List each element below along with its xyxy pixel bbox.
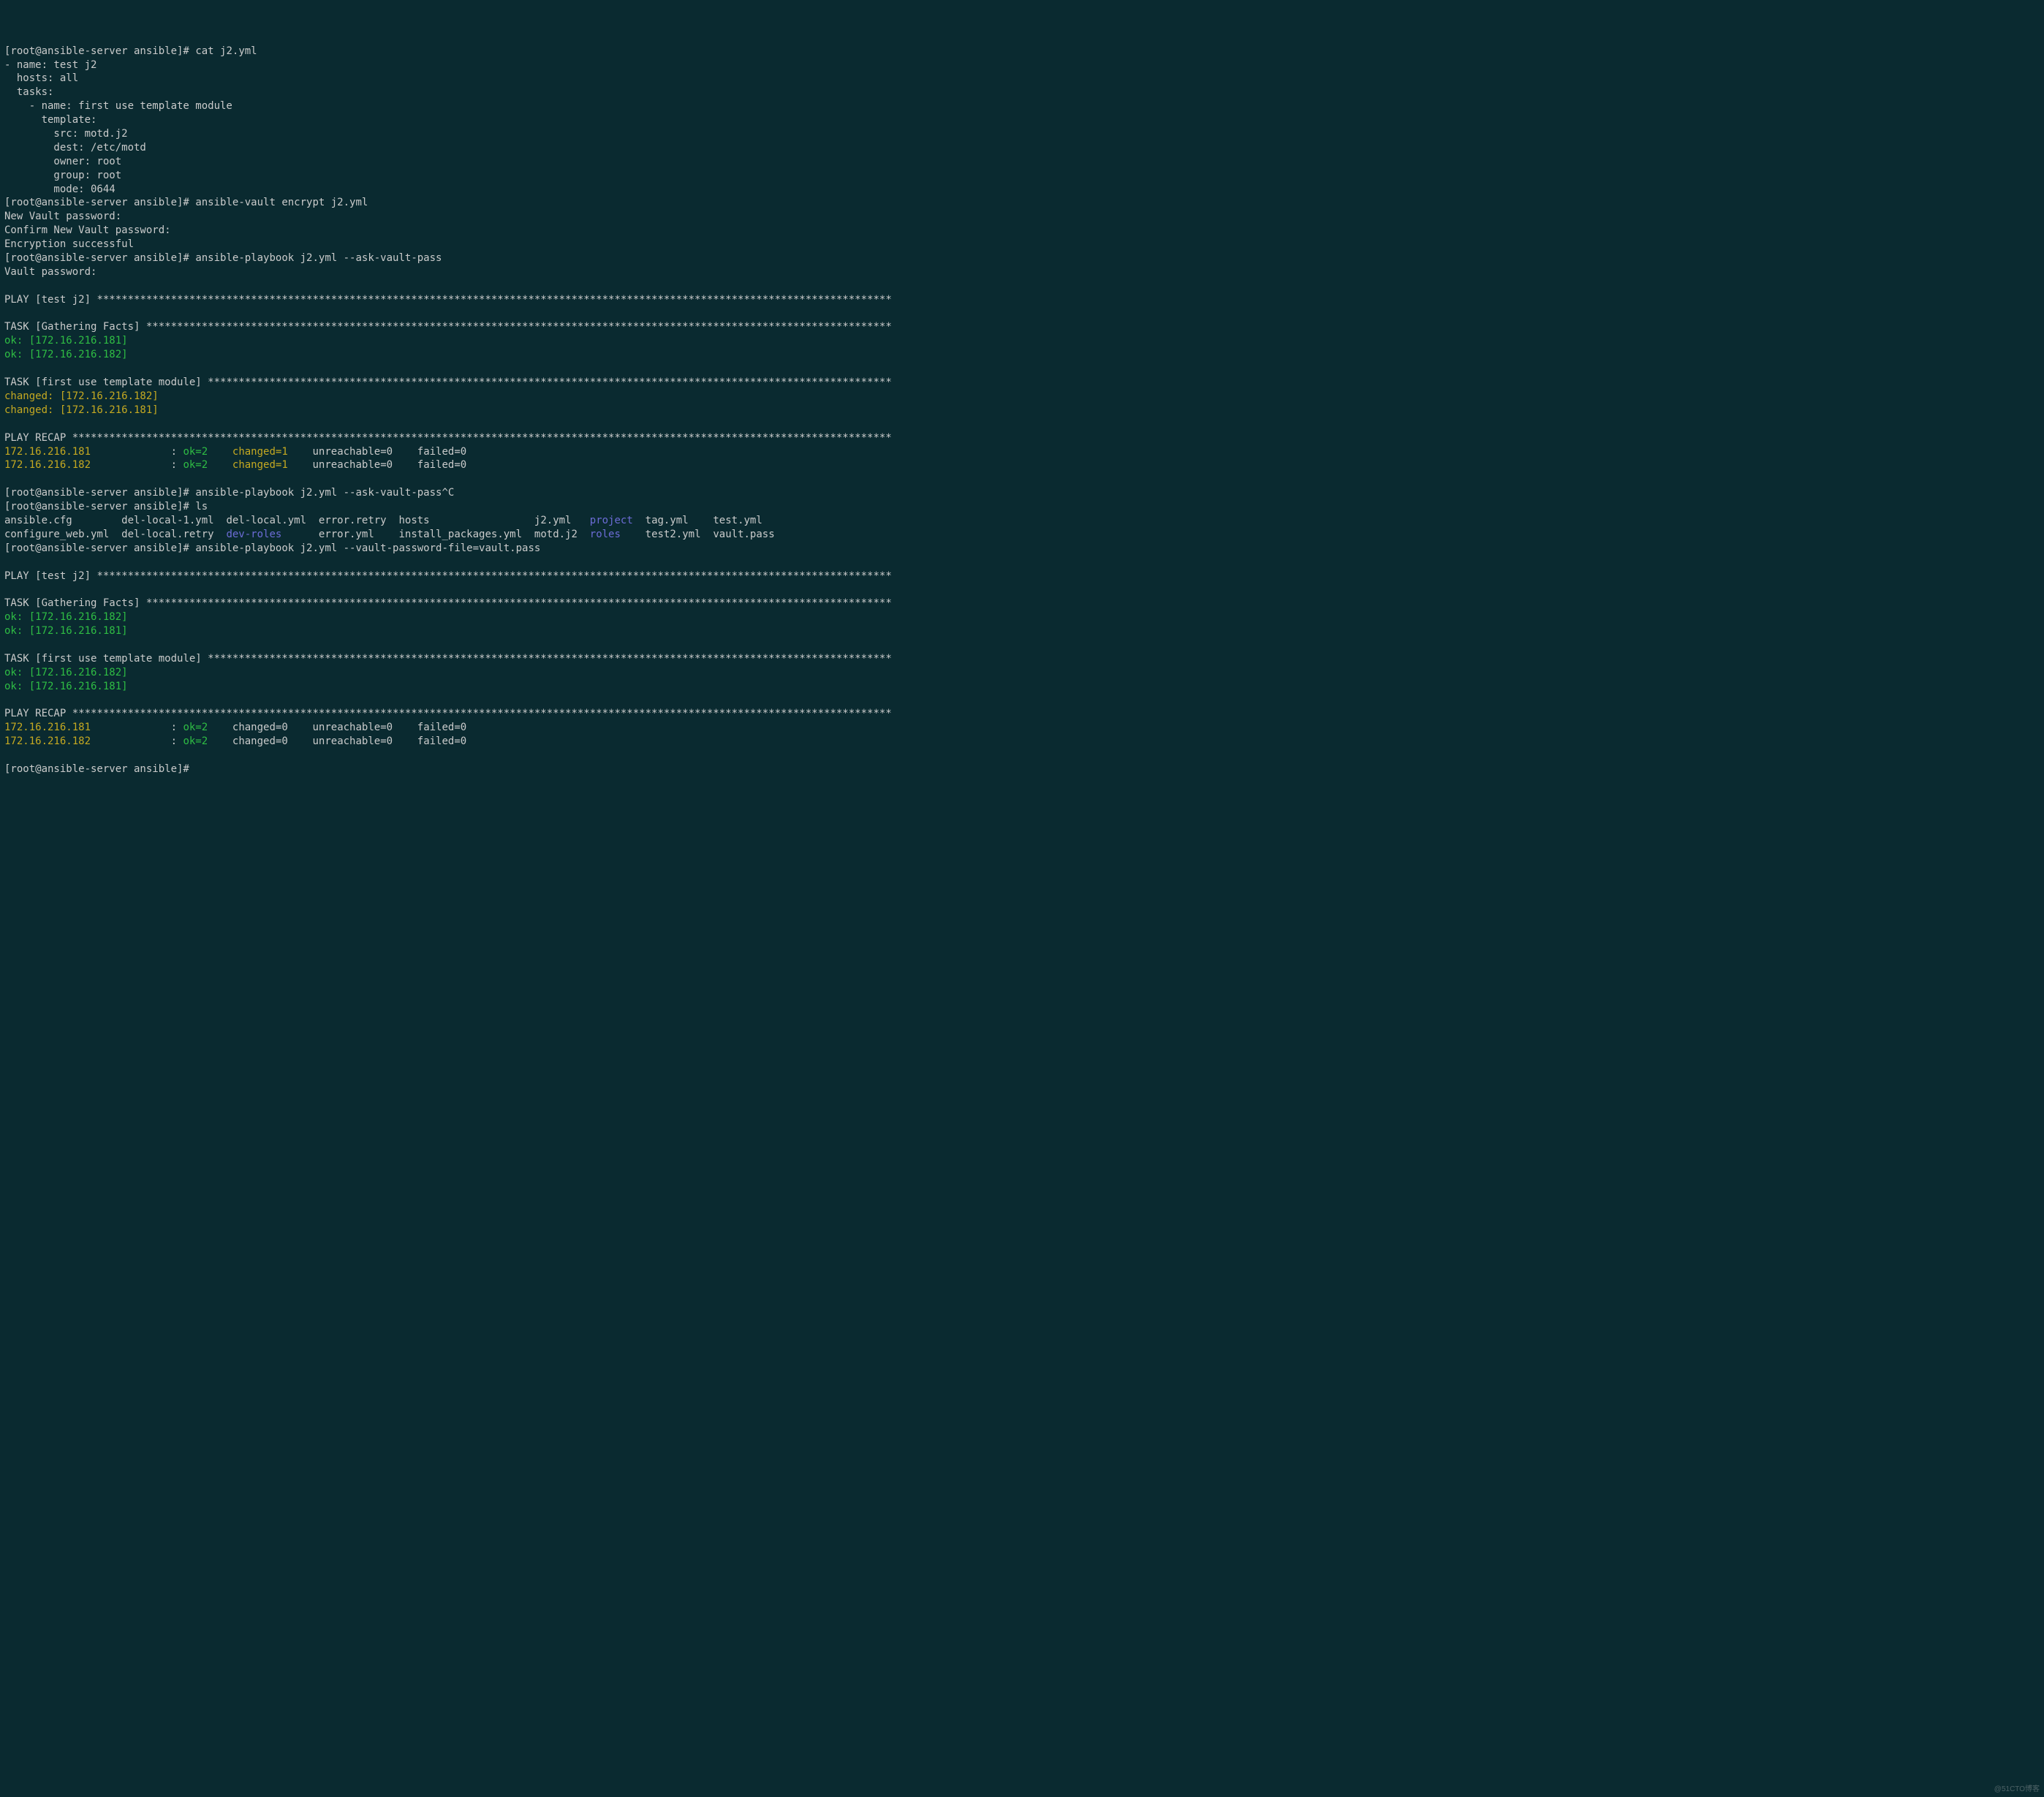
task-result-ok: ok: [172.16.216.182] — [4, 667, 128, 678]
prompt: [root@ansible-server ansible]# — [4, 542, 189, 554]
ls-file: j2.yml — [534, 515, 590, 526]
yml-line: hosts: all — [4, 72, 78, 84]
ls-dir: dev-roles — [226, 529, 281, 540]
task-header: TASK [Gathering Facts] — [4, 597, 146, 609]
recap-host: 172.16.216.182 — [4, 459, 171, 471]
play-header: PLAY [test j2] — [4, 570, 96, 582]
yml-line: template: — [4, 114, 96, 126]
command-cancelled: ansible-playbook j2.yml --ask-vault-pass… — [195, 487, 454, 499]
ls-file: test2.yml — [621, 529, 713, 540]
ls-file: install_packages.yml — [398, 529, 534, 540]
ls-file: ansible.cfg — [4, 515, 121, 526]
task-result-ok: ok: [172.16.216.182] — [4, 611, 128, 623]
ls-file: configure_web.yml — [4, 529, 121, 540]
play-header: PLAY [test j2] — [4, 294, 96, 306]
task-result-ok: ok: [172.16.216.181] — [4, 625, 128, 637]
recap-colon: : — [171, 446, 183, 458]
divider: ****************************************… — [208, 377, 892, 388]
yml-line: group: root — [4, 170, 121, 181]
recap-rest: unreachable=0 failed=0 — [312, 459, 485, 471]
terminal-output: [root@ansible-server ansible]# cat j2.ym… — [4, 45, 2040, 776]
ls-file: motd.j2 — [534, 529, 590, 540]
prompt: [root@ansible-server ansible]# — [4, 487, 189, 499]
ls-file: error.retry — [319, 515, 399, 526]
task-header: TASK [Gathering Facts] — [4, 321, 146, 333]
ls-file: tag.yml — [633, 515, 713, 526]
divider: ****************************************… — [96, 294, 891, 306]
ls-dir: roles — [590, 529, 621, 540]
recap-colon: : — [171, 722, 183, 733]
yml-line: mode: 0644 — [4, 184, 116, 195]
recap-ok: ok=2 — [183, 446, 226, 458]
recap-host: 172.16.216.181 — [4, 446, 171, 458]
divider: ****************************************… — [72, 708, 892, 719]
recap-colon: : — [171, 735, 183, 747]
divider: ****************************************… — [72, 432, 892, 444]
recap-rest: unreachable=0 failed=0 — [312, 722, 485, 733]
recap-changed: changed=1 — [232, 446, 306, 458]
yml-line: dest: /etc/motd — [4, 142, 146, 154]
task-result-changed: changed: [172.16.216.182] — [4, 390, 159, 402]
command: cat j2.yml — [195, 45, 257, 57]
ls-file: del-local-1.yml — [121, 515, 226, 526]
task-header: TASK [first use template module] — [4, 377, 208, 388]
divider: ****************************************… — [208, 653, 892, 665]
divider: ****************************************… — [146, 321, 892, 333]
command: ls — [195, 501, 208, 512]
ls-file: del-local.retry — [121, 529, 226, 540]
vault-result: Encryption successful — [4, 238, 134, 250]
prompt: [root@ansible-server ansible]# — [4, 45, 189, 57]
ls-file: vault.pass — [713, 529, 774, 540]
task-result-ok: ok: [172.16.216.181] — [4, 681, 128, 692]
ls-file: test.yml — [713, 515, 762, 526]
command: ansible-playbook j2.yml --ask-vault-pass — [195, 252, 442, 264]
prompt: [root@ansible-server ansible]# — [4, 197, 189, 208]
recap-ok: ok=2 — [183, 735, 226, 747]
task-result-ok: ok: [172.16.216.182] — [4, 349, 128, 360]
recap-changed: changed=0 — [232, 735, 306, 747]
recap-changed: changed=1 — [232, 459, 306, 471]
command: ansible-playbook j2.yml --vault-password… — [195, 542, 540, 554]
yml-line: - name: first use template module — [4, 100, 232, 112]
watermark: @51CTO博客 — [1994, 1785, 2040, 1795]
vault-prompt: Confirm New Vault password: — [4, 224, 177, 236]
yml-line: - name: test j2 — [4, 59, 96, 71]
prompt: [root@ansible-server ansible]# — [4, 501, 189, 512]
yml-line: owner: root — [4, 156, 121, 167]
prompt[interactable]: [root@ansible-server ansible]# — [4, 763, 189, 775]
command: ansible-vault encrypt j2.yml — [195, 197, 368, 208]
task-result-ok: ok: [172.16.216.181] — [4, 335, 128, 347]
recap-ok: ok=2 — [183, 722, 226, 733]
recap-header: PLAY RECAP — [4, 432, 72, 444]
ls-file: error.yml — [281, 529, 398, 540]
divider: ****************************************… — [146, 597, 892, 609]
divider: ****************************************… — [96, 570, 891, 582]
recap-changed: changed=0 — [232, 722, 306, 733]
recap-host: 172.16.216.181 — [4, 722, 171, 733]
vault-prompt: New Vault password: — [4, 211, 128, 222]
recap-host: 172.16.216.182 — [4, 735, 171, 747]
yml-line: src: motd.j2 — [4, 128, 128, 140]
yml-line: tasks: — [4, 86, 53, 98]
task-result-changed: changed: [172.16.216.181] — [4, 404, 159, 416]
vault-prompt: Vault password: — [4, 266, 103, 278]
recap-header: PLAY RECAP — [4, 708, 72, 719]
recap-rest: unreachable=0 failed=0 — [312, 735, 485, 747]
ls-file: hosts — [398, 515, 534, 526]
ls-dir: project — [590, 515, 633, 526]
ls-file: del-local.yml — [226, 515, 318, 526]
prompt: [root@ansible-server ansible]# — [4, 252, 189, 264]
recap-rest: unreachable=0 failed=0 — [312, 446, 485, 458]
task-header: TASK [first use template module] — [4, 653, 208, 665]
recap-colon: : — [171, 459, 183, 471]
recap-ok: ok=2 — [183, 459, 226, 471]
